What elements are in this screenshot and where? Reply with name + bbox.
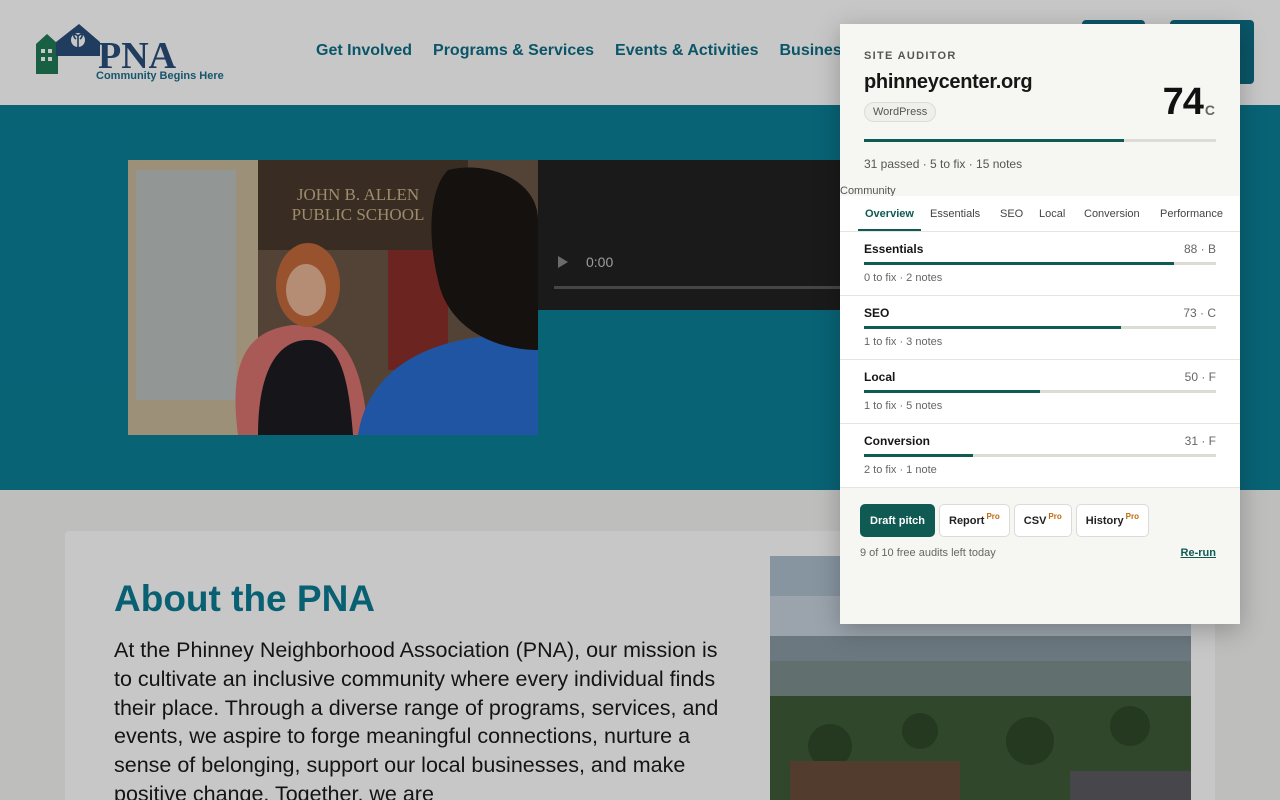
- site-auditor-panel: SITE AUDITOR phinneycenter.org WordPress…: [840, 24, 1240, 624]
- category-name: Local: [864, 370, 896, 384]
- category-score-bar: [864, 326, 1216, 329]
- category-name: SEO: [864, 306, 890, 320]
- history-label: History: [1085, 514, 1124, 527]
- category-score-bar: [864, 390, 1216, 393]
- overall-grade: C: [1204, 102, 1215, 118]
- audit-quota: 9 of 10 free audits left today: [860, 547, 996, 559]
- pro-badge: Pro: [1125, 512, 1140, 521]
- draft-pitch-button[interactable]: Draft pitch: [860, 504, 935, 537]
- platform-badge: WordPress: [864, 102, 937, 122]
- csv-button[interactable]: CSV Pro: [1013, 504, 1072, 537]
- category-meta: 2 to fix · 1 note: [864, 464, 937, 476]
- category-local[interactable]: Local 50 · F 1 to fix · 5 notes: [840, 360, 1240, 424]
- pro-badge: Pro: [1048, 512, 1062, 521]
- overall-score-value: 74: [1162, 81, 1204, 123]
- panel-kicker: SITE AUDITOR: [864, 50, 957, 62]
- category-score-bar-fill: [864, 262, 1174, 265]
- category-seo[interactable]: SEO 73 · C 1 to fix · 3 notes: [840, 296, 1240, 360]
- active-tab-indicator: [858, 229, 921, 231]
- category-score: 88 · B: [1183, 242, 1216, 256]
- tab-overview[interactable]: Overview: [865, 208, 914, 220]
- category-meta: 0 to fix · 2 notes: [864, 272, 943, 284]
- category-score: 73 · C: [1183, 306, 1216, 320]
- category-name: Conversion: [864, 434, 931, 448]
- category-meta: 1 to fix · 3 notes: [864, 336, 943, 348]
- category-score-bar: [864, 454, 1216, 457]
- category-essentials[interactable]: Essentials 88 · B 0 to fix · 2 notes: [840, 232, 1240, 296]
- tab-seo[interactable]: SEO: [1000, 208, 1023, 220]
- overall-score: 74 C: [1163, 82, 1215, 122]
- category-score-bar-fill: [864, 454, 974, 457]
- overall-score-bar: [864, 139, 1216, 142]
- category-name: Essentials: [864, 242, 924, 256]
- report-label: Report: [949, 514, 985, 527]
- panel-actions: Draft pitch Report Pro CSV Pro History Pro: [860, 504, 1150, 537]
- category-score: 31 · F: [1184, 434, 1216, 448]
- tab-conversion[interactable]: Conversion: [1084, 208, 1140, 220]
- rerun-link[interactable]: Re-run: [1181, 547, 1216, 559]
- category-score-bar: [864, 262, 1216, 265]
- tab-local[interactable]: Local: [1039, 208, 1065, 220]
- category-score-bar-fill: [864, 326, 1121, 329]
- category-conversion[interactable]: Conversion 31 · F 2 to fix · 1 note: [840, 424, 1240, 488]
- draft-pitch-label: Draft pitch: [870, 514, 925, 527]
- history-button[interactable]: History Pro: [1075, 504, 1150, 537]
- report-button[interactable]: Report Pro: [939, 504, 1010, 537]
- pro-badge: Pro: [986, 512, 1000, 521]
- csv-label: CSV: [1023, 514, 1047, 527]
- audited-domain: phinneycenter.org: [864, 71, 1033, 93]
- tab-essentials[interactable]: Essentials: [930, 208, 980, 220]
- category-meta: 1 to fix · 5 notes: [864, 400, 943, 412]
- audit-tabs: Overview Essentials SEO Local Conversion…: [840, 196, 1240, 232]
- tab-performance[interactable]: Performance: [1160, 208, 1223, 220]
- audit-summary: 31 passed · 5 to fix · 15 notes: [864, 157, 1023, 171]
- category-score: 50 · F: [1184, 370, 1216, 384]
- overall-score-bar-fill: [864, 139, 1125, 142]
- category-score-bar-fill: [864, 390, 1040, 393]
